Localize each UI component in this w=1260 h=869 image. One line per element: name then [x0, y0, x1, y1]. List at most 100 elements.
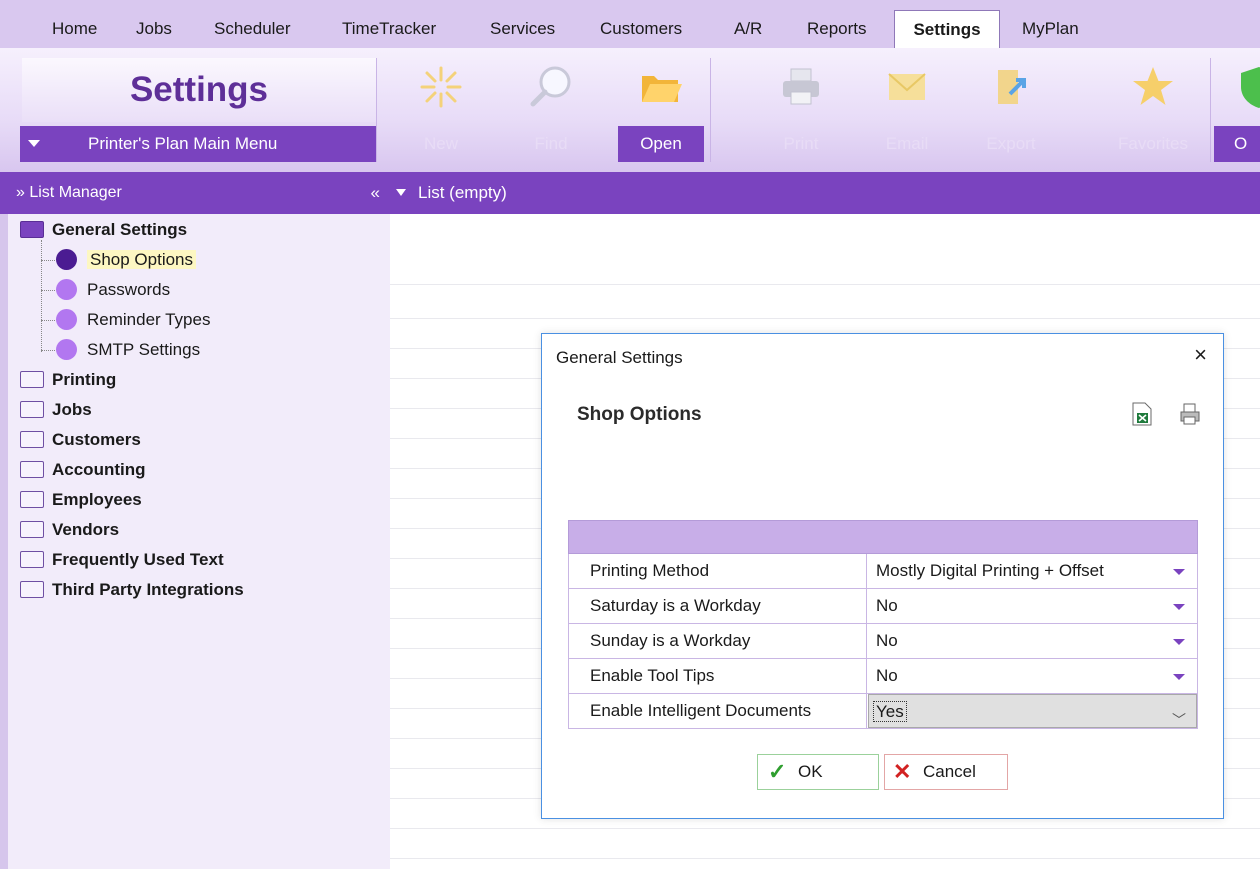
star-icon [1133, 67, 1173, 105]
tree-label: Employees [52, 490, 142, 509]
setting-label: Printing Method [569, 554, 867, 588]
folder-icon [20, 491, 44, 509]
open-button[interactable]: Open [618, 56, 704, 164]
tab-scheduler[interactable]: Scheduler [204, 10, 301, 48]
grid-row: Saturday is a Workday No [568, 589, 1198, 624]
folder-open-icon [20, 221, 44, 239]
tree-label: Third Party Integrations [52, 580, 244, 599]
item-dot-icon [56, 249, 77, 271]
settings-grid: Printing Method Mostly Digital Printing … [568, 520, 1198, 729]
tree-folder-printing[interactable]: Printing [20, 365, 116, 395]
dropdown-arrow-icon [28, 140, 40, 147]
tree-item-smtp-settings[interactable]: SMTP Settings [56, 335, 200, 365]
tree-folder-customers[interactable]: Customers [20, 425, 141, 455]
setting-value: Yes [873, 701, 907, 722]
tree-folder-frequently-used-text[interactable]: Frequently Used Text [20, 545, 224, 575]
tree-connector [41, 350, 55, 351]
tree-label: Customers [52, 430, 141, 449]
tree-folder-jobs[interactable]: Jobs [20, 395, 92, 425]
row-divider [390, 828, 1260, 829]
tab-reports[interactable]: Reports [797, 10, 877, 48]
export-button[interactable]: Export [968, 56, 1054, 164]
item-dot-icon [56, 309, 77, 331]
tree-item-reminder-types[interactable]: Reminder Types [56, 305, 210, 335]
tree-connector [41, 260, 55, 261]
export-label: Export [986, 134, 1036, 153]
main-menu-dropdown[interactable]: Printer's Plan Main Menu [20, 126, 376, 162]
main-menu-label: Printer's Plan Main Menu [88, 134, 278, 153]
shield-check-icon [1241, 67, 1260, 108]
setting-label: Sunday is a Workday [569, 624, 867, 658]
tree-connector [41, 320, 55, 321]
x-icon: ✕ [893, 759, 912, 784]
setting-label: Enable Tool Tips [569, 659, 867, 693]
folder-icon [20, 401, 44, 419]
tree-folder-employees[interactable]: Employees [20, 485, 142, 515]
find-button[interactable]: Find [508, 56, 594, 164]
new-icon [420, 66, 462, 108]
grid-row: Enable Intelligent Documents Yes ﹀ [568, 694, 1198, 729]
setting-value: Mostly Digital Printing + Offset [876, 561, 1104, 580]
tab-timetracker[interactable]: TimeTracker [332, 10, 446, 48]
print-icon[interactable] [1178, 402, 1202, 426]
cancel-button[interactable]: ✕ Cancel [884, 754, 1008, 790]
tab-ar[interactable]: A/R [724, 10, 772, 48]
tree-label: General Settings [52, 220, 188, 239]
folder-icon [20, 461, 44, 479]
ok-button[interactable]: ✓ OK [757, 754, 879, 790]
tree-connector [41, 290, 55, 291]
tree-label: Shop Options [87, 250, 197, 269]
tab-settings[interactable]: Settings [894, 10, 1000, 48]
tree-label: Jobs [52, 400, 92, 419]
general-settings-dialog: General Settings × Shop Options Printing… [541, 333, 1224, 819]
folder-icon [20, 521, 44, 539]
tree-item-passwords[interactable]: Passwords [56, 275, 170, 305]
ok-ribbon-label: O [1214, 126, 1260, 162]
chevron-down-icon: ﹀ [1172, 712, 1186, 728]
collapse-icon[interactable]: « [371, 172, 380, 214]
saturday-workday-select[interactable]: No [868, 589, 1197, 623]
print-button[interactable]: Print [758, 56, 844, 164]
favorites-button[interactable]: Favorites [1110, 56, 1196, 164]
ribbon-title: Settings [22, 58, 376, 122]
dropdown-arrow-icon [1173, 639, 1185, 645]
tree-item-shop-options[interactable]: Shop Options [56, 245, 197, 275]
tab-customers[interactable]: Customers [590, 10, 692, 48]
intelligent-documents-select[interactable]: Yes ﹀ [868, 694, 1197, 728]
find-label: Find [534, 134, 568, 153]
setting-label: Enable Intelligent Documents [569, 694, 867, 728]
tab-myplan[interactable]: MyPlan [1012, 10, 1089, 48]
dialog-heading: Shop Options [577, 404, 702, 425]
tree-connector [41, 240, 42, 352]
list-manager-header: » List Manager « [0, 172, 390, 214]
excel-export-icon[interactable] [1132, 402, 1152, 426]
grid-row: Sunday is a Workday No [568, 624, 1198, 659]
tab-home[interactable]: Home [42, 10, 107, 48]
tree-label: Vendors [52, 520, 120, 539]
menu-bar: Home Jobs Scheduler TimeTracker Services… [0, 0, 1260, 49]
new-button[interactable]: New [398, 56, 484, 164]
close-icon[interactable]: × [1194, 344, 1207, 366]
print-label: Print [783, 134, 819, 153]
list-title: List (empty) [418, 183, 507, 202]
ok-ribbon-button[interactable]: O [1214, 56, 1260, 164]
tab-jobs[interactable]: Jobs [126, 10, 182, 48]
list-dropdown-icon[interactable] [396, 189, 406, 196]
magnifier-icon [530, 66, 571, 107]
sunday-workday-select[interactable]: No [868, 624, 1197, 658]
tree-label: Printing [52, 370, 117, 389]
tool-tips-select[interactable]: No [868, 659, 1197, 693]
item-dot-icon [56, 339, 77, 361]
tree-folder-general-settings[interactable]: General Settings [20, 215, 187, 245]
tree-folder-accounting[interactable]: Accounting [20, 455, 146, 485]
printing-method-select[interactable]: Mostly Digital Printing + Offset [868, 554, 1197, 588]
tree-folder-third-party-integrations[interactable]: Third Party Integrations [20, 575, 244, 605]
email-button[interactable]: Email [864, 56, 950, 164]
tree-folder-vendors[interactable]: Vendors [20, 515, 119, 545]
row-divider [390, 318, 1260, 319]
grid-row: Enable Tool Tips No [568, 659, 1198, 694]
tree-label: Frequently Used Text [52, 550, 224, 569]
list-header: List (empty) [390, 172, 1260, 214]
folder-icon [20, 581, 44, 599]
tab-services[interactable]: Services [480, 10, 565, 48]
